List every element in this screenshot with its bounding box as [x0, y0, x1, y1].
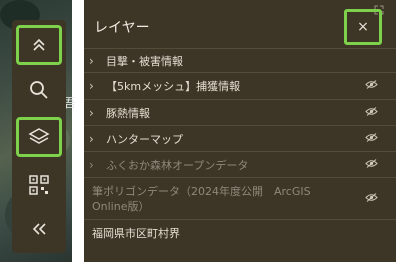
close-button[interactable]: × — [344, 9, 382, 45]
eye-off-icon[interactable] — [365, 80, 378, 93]
chevron-right-icon[interactable]: › — [89, 158, 94, 172]
eye-off-icon[interactable] — [365, 192, 378, 205]
panel-header: レイヤー × — [84, 0, 396, 48]
search-button[interactable] — [16, 70, 62, 110]
layer-label: 目撃・被害情報 — [106, 54, 183, 68]
chevron-right-icon[interactable]: › — [89, 54, 94, 68]
search-icon — [30, 81, 48, 99]
collapse-up-button[interactable] — [16, 25, 62, 65]
layer-row[interactable]: › 【5kmメッシュ】捕獲情報 — [84, 72, 396, 99]
qr-grid-button[interactable] — [16, 165, 62, 205]
layers-button[interactable] — [16, 117, 62, 157]
layer-row[interactable]: 筆ポリゴンデータ（2024年度公開 ArcGIS Online版） — [84, 177, 396, 219]
layer-row[interactable]: › ふくおか森林オープンデータ — [84, 151, 396, 177]
layer-list: › 目撃・被害情報 › 【5kmメッシュ】捕獲情報 › 豚熱情報 › ハンターマップ › ふくおか… — [84, 48, 396, 245]
eye-off-icon[interactable] — [365, 106, 378, 119]
layer-label: 筆ポリゴンデータ（2024年度公開 ArcGIS Online版） — [92, 185, 311, 213]
layers-icon — [28, 128, 50, 144]
qr-grid-icon — [29, 175, 49, 195]
close-icon: × — [357, 19, 369, 35]
collapse-left-button[interactable] — [16, 209, 62, 249]
chevron-right-icon[interactable]: › — [89, 132, 94, 146]
chevrons-left-icon — [32, 223, 46, 235]
layer-row[interactable]: › 目撃・被害情報 — [84, 48, 396, 72]
layer-row[interactable]: › ハンターマップ — [84, 125, 396, 151]
eye-off-icon[interactable] — [365, 158, 378, 171]
layer-label: 【5kmメッシュ】捕獲情報 — [106, 80, 241, 93]
chevron-right-icon[interactable]: › — [89, 106, 94, 120]
chevrons-up-icon — [33, 38, 45, 51]
layer-row[interactable]: › 豚熱情報 — [84, 99, 396, 125]
layer-label: 福岡県市区町村界 — [92, 226, 180, 240]
map-toolbar — [12, 20, 66, 253]
layer-label: 豚熱情報 — [106, 106, 150, 120]
layer-label: ふくおか森林オープンデータ — [106, 158, 249, 172]
layer-panel: レイヤー × › 目撃・被害情報 › 【5kmメッシュ】捕獲情報 › 豚熱情報 › ハンターマ… — [84, 0, 396, 262]
panel-title: レイヤー — [94, 20, 150, 36]
layer-label: ハンターマップ — [106, 132, 183, 146]
layer-row[interactable]: 福岡県市区町村界 — [84, 219, 396, 245]
eye-off-icon[interactable] — [365, 132, 378, 145]
chevron-right-icon[interactable]: › — [89, 79, 94, 93]
